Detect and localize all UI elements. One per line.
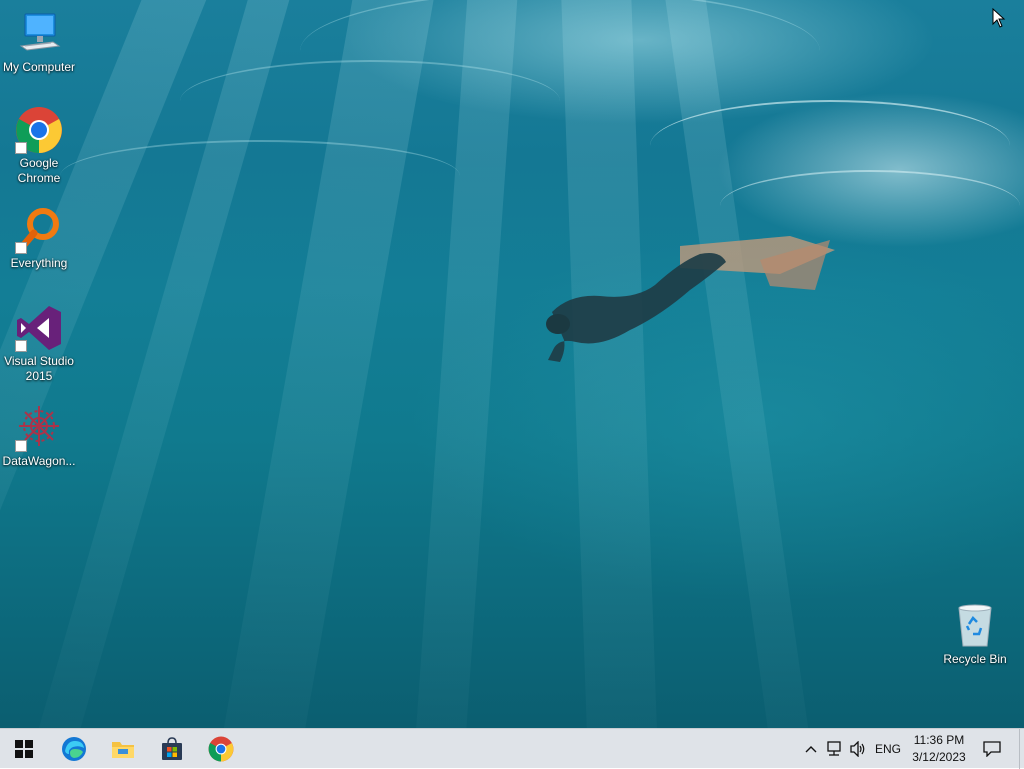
desktop-icon-label: Recycle Bin xyxy=(943,652,1007,666)
desktop-icon-label: Google Chrome xyxy=(17,156,61,185)
network-icon xyxy=(827,741,841,756)
windows-start-icon xyxy=(15,740,33,758)
input-language-button[interactable]: ENG xyxy=(872,729,904,769)
action-center-icon xyxy=(983,741,1001,757)
clock-date: 3/12/2023 xyxy=(912,750,966,764)
desktop-icon-datawagon[interactable]: DataWagon... xyxy=(0,404,78,469)
shortcut-arrow-icon xyxy=(15,242,27,254)
desktop-icon-everything[interactable]: Everything xyxy=(0,206,78,271)
store-icon xyxy=(162,737,182,760)
water-ripple xyxy=(60,140,460,212)
shortcut-arrow-icon xyxy=(15,340,27,352)
taskbar-store-button[interactable] xyxy=(148,729,196,769)
desktop-icon-visual-studio-2015[interactable]: Visual Studio 2015 xyxy=(0,304,78,384)
desktop-icon-my-computer[interactable]: My Computer xyxy=(0,10,78,75)
volume-button[interactable] xyxy=(847,729,869,769)
taskbar-file-explorer-button[interactable] xyxy=(99,729,147,769)
edge-icon xyxy=(62,737,86,761)
chevron-up-icon xyxy=(805,746,817,753)
desktop-icon-label: DataWagon... xyxy=(2,454,76,468)
taskbar-clock[interactable]: 11:36 PM 3/12/2023 xyxy=(906,732,972,766)
taskbar: ENG 11:36 PM 3/12/2023 xyxy=(0,728,1024,769)
shortcut-arrow-icon xyxy=(15,440,27,452)
desktop-icon-label: My Computer xyxy=(2,60,76,74)
visual-studio-icon xyxy=(15,304,63,352)
datawagon-icon xyxy=(15,404,63,452)
recycle-bin-icon xyxy=(951,602,999,650)
diver-silhouette xyxy=(546,236,835,362)
desktop-icon-google-chrome[interactable]: Google Chrome xyxy=(0,106,78,186)
input-language-label: ENG xyxy=(874,742,901,756)
taskbar-chrome-button[interactable] xyxy=(197,729,245,769)
start-button[interactable] xyxy=(0,729,48,769)
desktop-icon-label: Everything xyxy=(10,256,68,270)
everything-search-icon xyxy=(15,206,63,254)
chrome-icon xyxy=(208,736,234,762)
desktop-wallpaper[interactable] xyxy=(0,0,1024,728)
clock-time: 11:36 PM xyxy=(913,733,965,747)
chrome-icon xyxy=(15,106,63,154)
mouse-cursor-icon xyxy=(992,8,1006,28)
desktop-icon-recycle-bin[interactable]: Recycle Bin xyxy=(936,602,1014,667)
show-hidden-icons-button[interactable] xyxy=(801,729,821,769)
desktop-icon-label: Visual Studio 2015 xyxy=(4,354,74,383)
shortcut-arrow-icon xyxy=(15,142,27,154)
taskbar-edge-button[interactable] xyxy=(50,729,98,769)
file-explorer-icon xyxy=(112,742,134,758)
computer-icon xyxy=(15,10,63,58)
volume-icon xyxy=(850,741,865,757)
action-center-button[interactable] xyxy=(978,729,1006,769)
show-desktop-button[interactable] xyxy=(1019,729,1024,769)
network-button[interactable] xyxy=(823,729,845,769)
